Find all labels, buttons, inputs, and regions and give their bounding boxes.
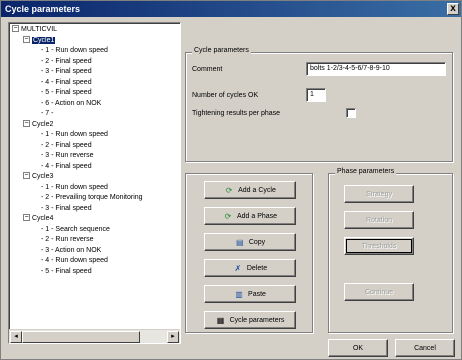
tree-phase-item-label: 2 - Final speed	[45, 58, 92, 65]
tree-cycle-label: Cycle3	[32, 173, 54, 180]
tree-phase-item-label: 5 - Final speed	[45, 89, 92, 96]
cancel-button[interactable]: Cancel	[395, 339, 455, 357]
tree-phase-item[interactable]: - 6 - Action on NOK	[41, 99, 101, 109]
tree-phase-item[interactable]: - 5 - Final speed	[41, 88, 92, 98]
tightening-results-checkbox[interactable]	[346, 108, 356, 118]
tree-phase-item[interactable]: - 3 - Final speed	[41, 67, 92, 77]
delete-button[interactable]: ✗ Delete	[204, 259, 296, 277]
tree-phase-item-label: 4 - Final speed	[45, 163, 92, 170]
title-bar: Cycle parameters x	[1, 1, 461, 17]
tree-root-label: MULTICVIL	[21, 26, 58, 33]
tree-phase-item-label: 4 - Final speed	[45, 79, 92, 86]
tree-phase-item[interactable]: - 2 - Prevailing torque Monitoring	[41, 193, 143, 203]
scroll-left-button[interactable]: ◂	[10, 331, 22, 343]
paste-label: Paste	[248, 290, 266, 298]
strategy-button[interactable]: Strategy	[344, 185, 414, 203]
tree-phase-item-label: 1 - Search sequence	[45, 226, 110, 233]
tree-cycle-label: Cycle2	[32, 121, 54, 128]
cycles-ok-field[interactable]: 1	[306, 88, 326, 102]
tree-content: − MULTICVIL − Cycle1- 1 - Run down speed - 2…	[9, 23, 180, 329]
tree-phase-item[interactable]: - 4 - Final speed	[41, 162, 92, 172]
add-phase-button[interactable]: ⟳ Add a Phase	[204, 207, 296, 225]
add-cycle-button[interactable]: ⟳ Add a Cycle	[204, 181, 296, 199]
collapse-toggle-icon[interactable]: −	[23, 120, 30, 127]
tree-phase-item-label: 1 - Run down speed	[45, 131, 108, 138]
close-button[interactable]: x	[447, 3, 459, 15]
tree-phase-item[interactable]: - 2 - Final speed	[41, 141, 92, 151]
tree-phase-item-label: 2 - Run reverse	[45, 236, 94, 243]
tree-phase-item-label: 3 - Final speed	[45, 205, 92, 212]
tree-phase-item-label: 2 - Prevailing torque Monitoring	[45, 194, 143, 201]
tree-phase-item-label: 3 - Final speed	[45, 68, 92, 75]
copy-label: Copy	[248, 238, 266, 246]
horizontal-scrollbar[interactable]: ◂ ▸	[9, 329, 180, 343]
tree-phase-item-label: 4 - Run down speed	[45, 257, 108, 264]
tree-cycle[interactable]: − Cycle2	[23, 120, 53, 130]
delete-label: Delete	[246, 264, 268, 272]
tree-phase-item[interactable]: - 2 - Final speed	[41, 57, 92, 67]
add-cycle-label: Add a Cycle	[238, 186, 276, 194]
tree-phase-item-label: 6 - Action on NOK	[45, 100, 102, 107]
paste-icon: ▥	[235, 289, 243, 299]
tree-phase-item-label: 7 -	[45, 110, 54, 117]
tree-cycle-label: Cycle1	[32, 37, 56, 44]
cycle-parameters-icon: ▦	[216, 315, 225, 325]
scroll-right-button[interactable]: ▸	[167, 331, 179, 343]
cycle-parameters-button[interactable]: ▦ Cycle parameters	[204, 311, 296, 329]
collapse-toggle-icon[interactable]: −	[23, 36, 30, 43]
tree-phase-item-label: 1 - Run down speed	[45, 47, 108, 54]
tree-phase-item[interactable]: - 1 - Search sequence	[41, 225, 110, 235]
add-phase-label: Add a Phase	[236, 212, 278, 220]
continue-button[interactable]: Continue	[344, 283, 414, 301]
add-cycle-icon: ⟳	[225, 185, 233, 195]
tree-cycle[interactable]: − Cycle3	[23, 172, 53, 182]
tree-phase-item[interactable]: - 3 - Run reverse	[41, 151, 94, 161]
copy-icon: ▤	[236, 237, 244, 247]
cycle-parameters-group-label: Cycle parameters	[192, 47, 251, 54]
comment-label: Comment	[192, 66, 223, 73]
paste-button[interactable]: ▥ Paste	[204, 285, 296, 303]
cycles-ok-label: Number of cycles OK	[192, 92, 259, 99]
tree-phase-item[interactable]: - 1 - Run down speed	[41, 46, 108, 56]
comment-field[interactable]: bolts 1-2/3-4-5-6/7-8-9-10	[306, 62, 446, 76]
tree-phase-item[interactable]: - 3 - Action on NOK	[41, 246, 101, 256]
tree-phase-item[interactable]: - 1 - Run down speed	[41, 183, 108, 193]
add-phase-icon: ⟳	[224, 211, 232, 221]
delete-icon: ✗	[234, 263, 242, 273]
collapse-toggle-icon[interactable]: −	[23, 214, 30, 221]
tree-phase-item-label: 2 - Final speed	[45, 142, 92, 149]
ok-button[interactable]: OK	[328, 339, 388, 357]
collapse-toggle-icon[interactable]: −	[23, 172, 30, 179]
scroll-thumb[interactable]	[22, 331, 140, 343]
tree-phase-item[interactable]: - 4 - Final speed	[41, 78, 92, 88]
tree-phase-item-label: 3 - Action on NOK	[45, 247, 102, 254]
tree-phase-item-label: 3 - Run reverse	[45, 152, 94, 159]
tree-phase-item-label: 1 - Run down speed	[45, 184, 108, 191]
tree-cycle-label: Cycle4	[32, 215, 54, 222]
tightening-results-label: Tightening results per phase	[192, 110, 281, 117]
window-title: Cycle parameters	[5, 4, 81, 14]
cycle-tree[interactable]: − MULTICVIL − Cycle1- 1 - Run down speed - 2…	[8, 22, 181, 344]
tree-phase-item[interactable]: - 2 - Run reverse	[41, 235, 94, 245]
tree-cycle[interactable]: − Cycle4	[23, 214, 53, 224]
tree-phase-item[interactable]: - 5 - Final speed	[41, 267, 92, 277]
phase-parameters-group-label: Phase parameters	[335, 168, 397, 175]
cycle-parameters-dialog: Cycle parameters x − MULTICVIL − Cycle1- 1 …	[0, 0, 462, 360]
tree-phase-item[interactable]: - 3 - Final speed	[41, 204, 92, 214]
tree-phase-item[interactable]: - 7 -	[41, 109, 53, 119]
tree-root[interactable]: − MULTICVIL	[12, 25, 57, 35]
tree-phase-item[interactable]: - 1 - Run down speed	[41, 130, 108, 140]
tree-cycle[interactable]: − Cycle1	[23, 36, 56, 46]
cycle-parameters-label: Cycle parameters	[229, 316, 285, 324]
tree-phase-item[interactable]: - 4 - Run down speed	[41, 256, 108, 266]
rotation-button[interactable]: Rotation	[344, 211, 414, 229]
thresholds-button[interactable]: Thresholds	[344, 237, 414, 255]
tree-phase-item-label: 5 - Final speed	[45, 268, 92, 275]
copy-button[interactable]: ▤ Copy	[204, 233, 296, 251]
cycle-parameters-group: Cycle parameters Comment bolts 1-2/3-4-5…	[185, 47, 453, 162]
collapse-toggle-icon[interactable]: −	[12, 25, 19, 32]
